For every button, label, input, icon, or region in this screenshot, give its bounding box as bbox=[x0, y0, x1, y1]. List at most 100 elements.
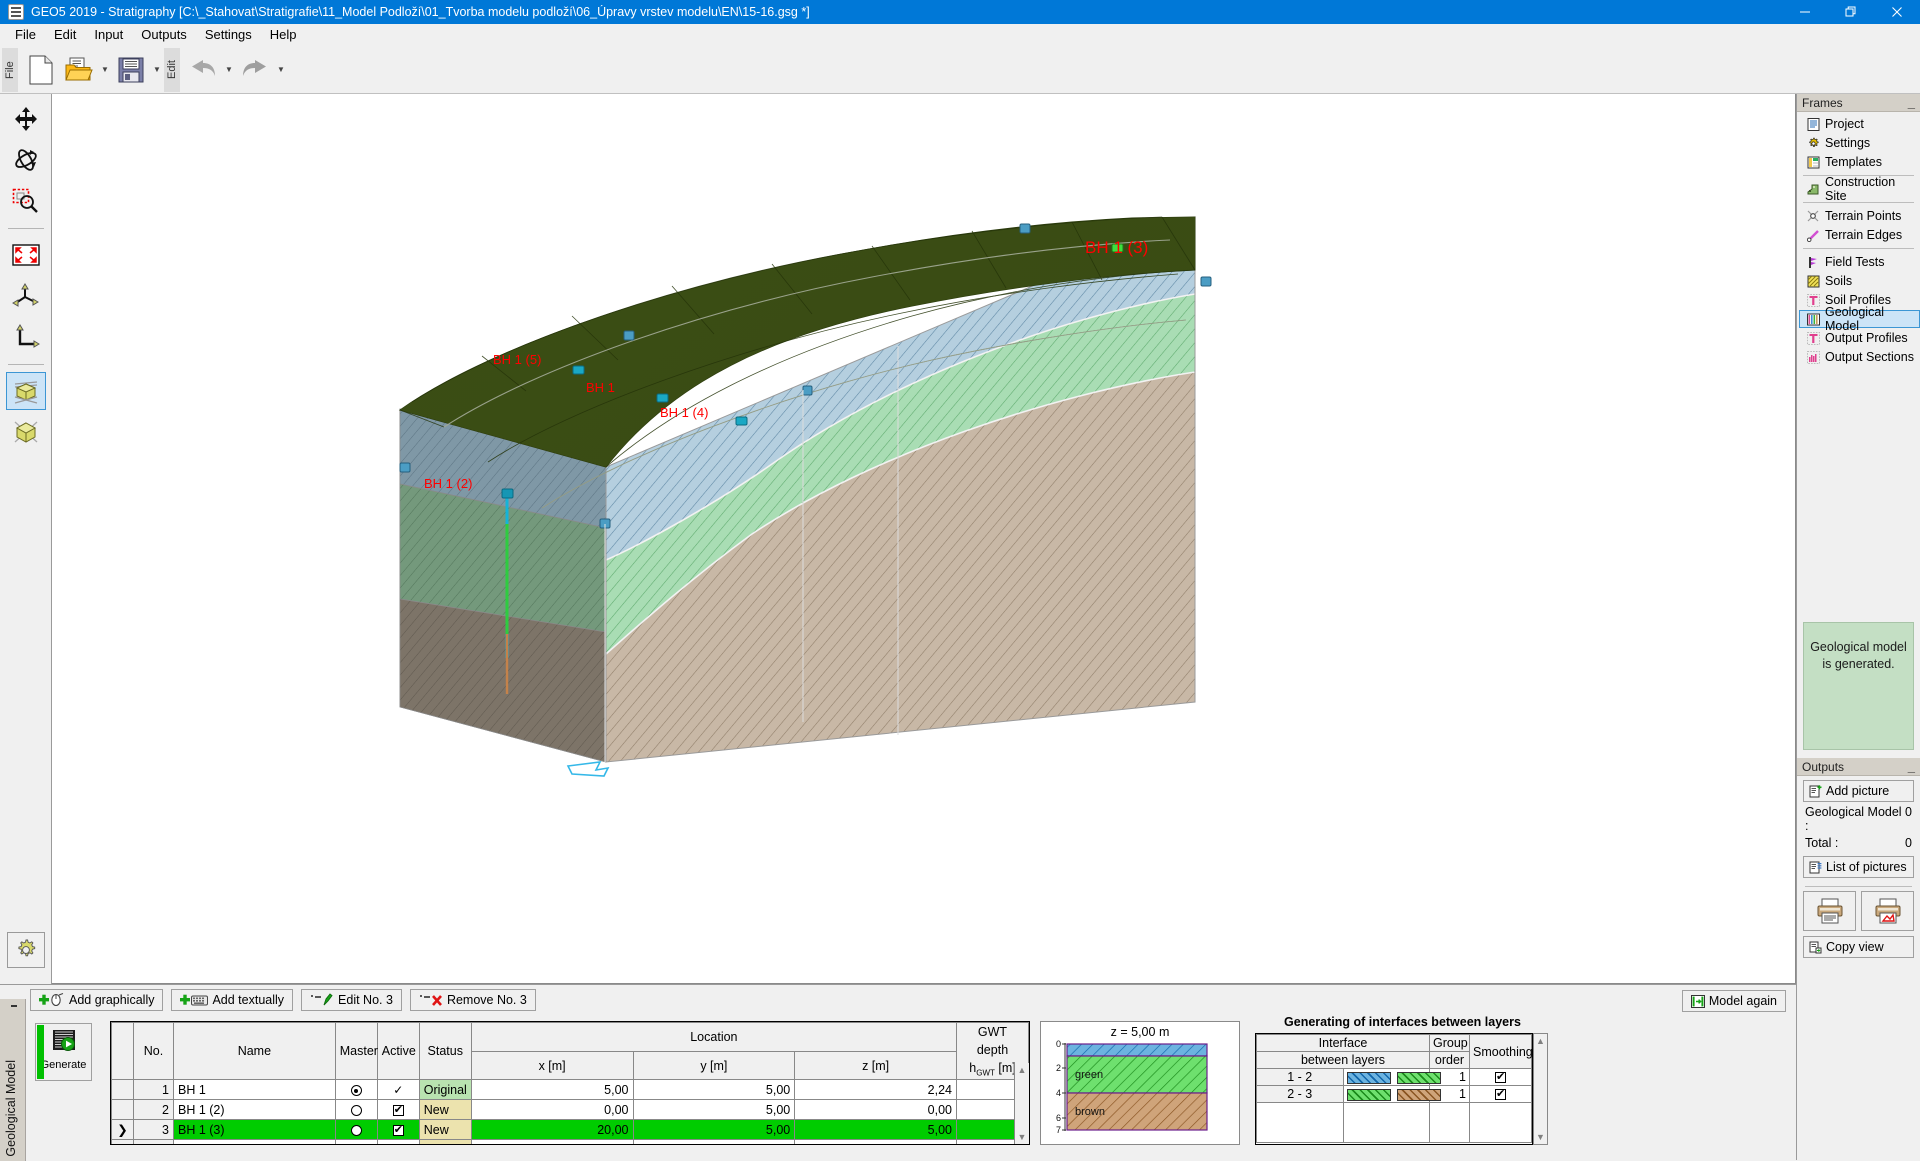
header-z: z [m] bbox=[794, 1050, 957, 1081]
interfaces-scrollbar[interactable]: ▲ ▼ bbox=[1533, 1033, 1548, 1145]
table-row[interactable]: 2 - 3 1 bbox=[1256, 1085, 1532, 1103]
sidebar-item-field-tests[interactable]: Field Tests bbox=[1799, 253, 1920, 271]
scroll-up-arrow[interactable]: ▲ bbox=[1536, 1036, 1545, 1046]
table-row[interactable]: 4 BH 1 (4) New 5,00 0,50 2,24 bbox=[111, 1139, 1029, 1144]
close-button[interactable] bbox=[1874, 0, 1920, 24]
header-row-marker bbox=[111, 1022, 134, 1081]
menu-edit[interactable]: Edit bbox=[45, 25, 85, 44]
table-row-selected[interactable]: ❯ 3 BH 1 (3) New 20,00 5,00 5,00 bbox=[111, 1119, 1029, 1141]
outputs-label-total: Total : bbox=[1805, 836, 1839, 850]
rotate-tool-button[interactable] bbox=[6, 141, 46, 179]
zoom-window-tool-button[interactable] bbox=[6, 182, 46, 220]
view-settings-button[interactable] bbox=[7, 932, 45, 968]
menu-settings[interactable]: Settings bbox=[196, 25, 261, 44]
table-row[interactable]: 1 BH 1 ✓ Original 5,00 5,00 2,24 bbox=[111, 1079, 1029, 1101]
sidebar-item-geological-model[interactable]: Geological Model bbox=[1799, 305, 1920, 333]
sidebar-item-templates[interactable]: Templates bbox=[1799, 153, 1920, 171]
row-x: 20,00 bbox=[470, 1119, 634, 1141]
remove-row-button[interactable]: Remove No. 3 bbox=[409, 989, 536, 1011]
boreholes-table[interactable]: No. Name Master Active Status Location G… bbox=[110, 1021, 1030, 1145]
pan-tool-button[interactable] bbox=[6, 100, 46, 138]
copy-view-icon bbox=[1809, 941, 1822, 954]
minimize-button[interactable] bbox=[1782, 0, 1828, 24]
plan-view-button[interactable] bbox=[6, 318, 46, 356]
list-of-pictures-button[interactable]: List of pictures bbox=[1803, 856, 1914, 878]
table-row[interactable]: 1 - 2 1 bbox=[1256, 1068, 1532, 1086]
smoothing-checkbox[interactable] bbox=[1495, 1087, 1506, 1101]
terrain-edge-icon bbox=[1806, 228, 1821, 242]
active-checkbox[interactable] bbox=[392, 1103, 404, 1117]
smoothing-checkbox[interactable] bbox=[1495, 1070, 1506, 1084]
frames-separator-3 bbox=[1803, 248, 1914, 249]
undo-dropdown[interactable]: ▼ bbox=[222, 49, 236, 91]
status-message-text: Geological model is generated. bbox=[1810, 640, 1907, 671]
row-active[interactable] bbox=[376, 1119, 420, 1141]
redo-button[interactable] bbox=[236, 49, 274, 91]
outputs-panel-minimize[interactable]: _ bbox=[1908, 760, 1915, 773]
edit-row-button[interactable]: Edit No. 3 bbox=[301, 989, 402, 1011]
row-master[interactable] bbox=[334, 1119, 378, 1141]
row-master[interactable] bbox=[334, 1079, 378, 1101]
sidebar-item-output-profiles[interactable]: Output Profiles bbox=[1799, 329, 1920, 347]
menu-outputs[interactable]: Outputs bbox=[132, 25, 196, 44]
sidebar-item-construction-site[interactable]: Construction Site bbox=[1799, 175, 1920, 203]
table-row[interactable]: 2 BH 1 (2) New 0,00 5,00 0,00 bbox=[111, 1099, 1029, 1121]
view-solid-cube-button[interactable] bbox=[6, 413, 46, 451]
radio-master-off[interactable] bbox=[350, 1125, 362, 1137]
view-layers-cut-button[interactable] bbox=[5, 372, 46, 410]
remove-row-label: Remove No. 3 bbox=[446, 993, 527, 1007]
model-again-button[interactable]: Model again bbox=[1681, 990, 1786, 1012]
add-textually-button[interactable]: Add textually bbox=[171, 989, 294, 1011]
sidebar-item-soils[interactable]: Soils bbox=[1799, 272, 1920, 290]
save-file-dropdown[interactable]: ▼ bbox=[150, 49, 164, 91]
generate-button[interactable]: Generate bbox=[35, 1023, 92, 1081]
interface-smoothing[interactable] bbox=[1469, 1085, 1532, 1103]
open-file-dropdown[interactable]: ▼ bbox=[98, 49, 112, 91]
row-master[interactable] bbox=[334, 1099, 378, 1121]
add-graphically-button[interactable]: Add graphically bbox=[30, 989, 164, 1011]
scroll-down-arrow[interactable]: ▼ bbox=[1018, 1132, 1027, 1142]
row-active[interactable] bbox=[376, 1099, 420, 1121]
menu-input[interactable]: Input bbox=[85, 25, 132, 44]
radio-master-on[interactable] bbox=[350, 1085, 362, 1097]
add-picture-button[interactable]: Add picture bbox=[1803, 780, 1914, 802]
menu-help[interactable]: Help bbox=[261, 25, 306, 44]
interface-label: 2 - 3 bbox=[1256, 1085, 1344, 1103]
axonometric-view-button[interactable] bbox=[6, 277, 46, 315]
table-scrollbar[interactable]: ▲ ▼ bbox=[1014, 1063, 1029, 1144]
interface-swatches bbox=[1342, 1068, 1441, 1086]
redo-dropdown[interactable]: ▼ bbox=[274, 49, 288, 91]
row-master[interactable] bbox=[334, 1139, 378, 1144]
bottom-tab-geological-model[interactable]: Geological Model bbox=[0, 999, 26, 1161]
scroll-down-arrow[interactable]: ▼ bbox=[1536, 1132, 1545, 1142]
scroll-up-arrow[interactable]: ▲ bbox=[1018, 1065, 1027, 1075]
interfaces-table[interactable]: Interface Group Smoothing between layers… bbox=[1255, 1033, 1533, 1145]
copy-view-button[interactable]: Copy view bbox=[1803, 936, 1914, 958]
sidebar-item-terrain-edges[interactable]: Terrain Edges bbox=[1799, 226, 1920, 244]
sidebar-item-project[interactable]: Project bbox=[1799, 115, 1920, 133]
new-file-button[interactable] bbox=[22, 49, 60, 91]
sidebar-label-terrain-edges: Terrain Edges bbox=[1825, 228, 1903, 242]
header-interface-line1: Interface bbox=[1256, 1034, 1430, 1052]
interface-smoothing[interactable] bbox=[1469, 1068, 1532, 1086]
zoom-all-tool-button[interactable] bbox=[6, 236, 46, 274]
3d-viewport[interactable]: BH 1 (3) BH 1 (5) BH 1 BH 1 (4) BH 1 (2) bbox=[52, 94, 1796, 984]
row-active[interactable] bbox=[376, 1139, 420, 1144]
interfaces-title: Generating of interfaces between layers bbox=[1284, 1015, 1521, 1029]
print-document-button[interactable] bbox=[1803, 891, 1856, 931]
active-checkbox[interactable] bbox=[392, 1123, 404, 1137]
radio-master-off[interactable] bbox=[350, 1105, 362, 1117]
sidebar-item-terrain-points[interactable]: Terrain Points bbox=[1799, 207, 1920, 225]
borehole-marker-bh1 bbox=[656, 393, 669, 403]
save-file-button[interactable] bbox=[112, 49, 150, 91]
sidebar-item-output-sections[interactable]: Output Sections bbox=[1799, 348, 1920, 366]
maximize-button[interactable] bbox=[1828, 0, 1874, 24]
open-file-button[interactable] bbox=[60, 49, 98, 91]
row-active[interactable]: ✓ bbox=[376, 1079, 420, 1101]
print-picture-button[interactable] bbox=[1861, 891, 1914, 931]
frames-panel-minimize[interactable]: _ bbox=[1908, 96, 1915, 109]
undo-button[interactable] bbox=[184, 49, 222, 91]
sidebar-item-settings[interactable]: Settings bbox=[1799, 134, 1920, 152]
sidebar-label-terrain-points: Terrain Points bbox=[1825, 209, 1902, 223]
menu-file[interactable]: File bbox=[6, 25, 45, 44]
